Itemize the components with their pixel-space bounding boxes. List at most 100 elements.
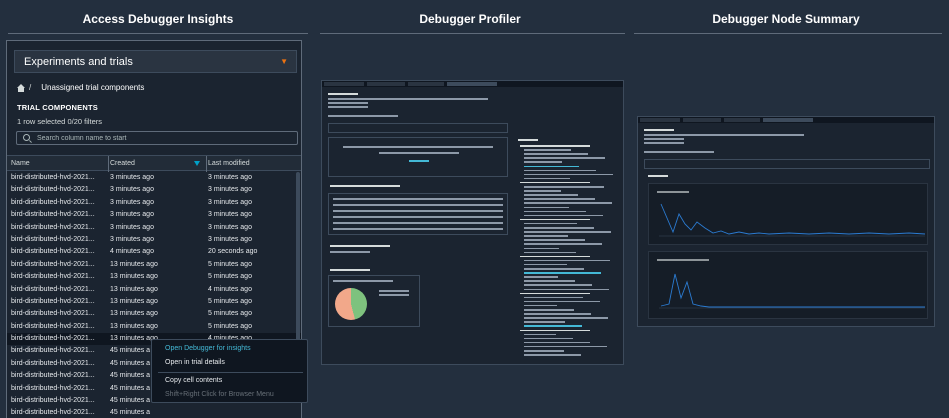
table-row[interactable]: bird-distributed-hvd-2021... 3 minutes ag…	[7, 184, 301, 196]
cell-name: bird-distributed-hvd-2021...	[11, 359, 95, 367]
cell-created: 13 minutes ago	[110, 297, 158, 305]
tab[interactable]	[408, 82, 444, 86]
cpu-utilization-line	[657, 191, 926, 237]
resource-utilization-heading	[330, 185, 400, 187]
menu-item-open-debugger-insights[interactable]: Open Debugger for insights	[165, 345, 251, 352]
resource-utilization-table	[328, 193, 508, 235]
menu-item-open-trial-details[interactable]: Open in trial details	[165, 359, 225, 366]
tab[interactable]	[640, 118, 680, 122]
tab-bar	[322, 81, 623, 87]
sort-descending-icon[interactable]	[194, 161, 200, 166]
insight-line	[524, 284, 592, 286]
network-utilization-line	[657, 259, 925, 309]
cell-name: bird-distributed-hvd-2021...	[11, 235, 95, 243]
table-row[interactable]: bird-distributed-hvd-2021... 13 minutes a…	[7, 284, 301, 296]
table-row[interactable]: bird-distributed-hvd-2021... 13 minutes a…	[7, 321, 301, 333]
debugger-node-summary-screenshot	[637, 116, 935, 327]
column-divider[interactable]	[108, 156, 109, 172]
table-row[interactable]: bird-distributed-hvd-2021... 13 minutes a…	[7, 308, 301, 320]
tab[interactable]	[367, 82, 405, 86]
table-row[interactable]: bird-distributed-hvd-2021... 13 minutes a…	[7, 296, 301, 308]
cell-created: 3 minutes ago	[110, 186, 154, 194]
tab[interactable]	[447, 82, 497, 86]
cell-created: 3 minutes ago	[110, 198, 154, 206]
cell-name: bird-distributed-hvd-2021...	[11, 186, 95, 194]
menu-item-copy-cell-contents[interactable]: Copy cell contents	[165, 377, 222, 384]
heading-access-debugger-insights: Access Debugger Insights	[82, 12, 234, 26]
profiler-description	[328, 106, 368, 108]
home-icon[interactable]	[17, 83, 25, 92]
cell-last-modified: 5 minutes ago	[208, 273, 252, 281]
network-utilization-plot	[648, 251, 928, 319]
cell-created: 45 minutes a	[110, 347, 151, 355]
insight-line	[524, 231, 611, 233]
insight-line	[520, 218, 590, 221]
cell-last-modified: 20 seconds ago	[208, 248, 258, 256]
profiler-tabs	[328, 115, 398, 117]
table-row[interactable]: bird-distributed-hvd-2021... 3 minutes ag…	[7, 234, 301, 246]
cell-name: bird-distributed-hvd-2021...	[11, 322, 95, 330]
insight-line	[524, 350, 564, 352]
insight-line	[524, 333, 556, 336]
cell-created: 13 minutes ago	[110, 310, 158, 318]
insight-line	[524, 263, 567, 266]
cell-created: 45 minutes a	[110, 409, 151, 417]
table-row[interactable]: bird-distributed-hvd-2021... 45 minutes a	[7, 407, 301, 418]
table-row[interactable]: bird-distributed-hvd-2021... 3 minutes ag…	[7, 197, 301, 209]
table-row[interactable]: bird-distributed-hvd-2021... 13 minutes a…	[7, 259, 301, 271]
tab[interactable]	[724, 118, 760, 122]
table-row[interactable]: bird-distributed-hvd-2021... 3 minutes ag…	[7, 222, 301, 234]
insight-line	[524, 165, 579, 167]
insight-line	[524, 325, 582, 327]
table-row[interactable]: bird-distributed-hvd-2021... 3 minutes ag…	[7, 209, 301, 221]
cell-name: bird-distributed-hvd-2021...	[11, 174, 95, 181]
insight-line	[524, 235, 568, 237]
tab[interactable]	[683, 118, 721, 122]
tab[interactable]	[324, 82, 364, 86]
cell-last-modified: 3 minutes ago	[208, 235, 252, 243]
table-row[interactable]: bird-distributed-hvd-2021... 4 minutes ag…	[7, 246, 301, 258]
profiler-title	[328, 93, 358, 95]
node-summary-title	[644, 129, 674, 131]
cpu-utilization-plot	[648, 183, 928, 245]
insight-line	[524, 239, 585, 241]
search-input[interactable]	[37, 133, 292, 144]
table-row[interactable]: bird-distributed-hvd-2021... 13 minutes a…	[7, 271, 301, 283]
heading-debugger-profiler: Debugger Profiler	[419, 12, 521, 26]
cell-name: bird-distributed-hvd-2021...	[11, 409, 95, 417]
column-header-name[interactable]: Name	[11, 160, 30, 167]
column-divider[interactable]	[206, 156, 207, 172]
insight-line	[524, 186, 604, 188]
profiler-description	[328, 98, 488, 100]
cell-last-modified: 3 minutes ago	[208, 174, 252, 181]
debugger-profiler-screenshot	[321, 80, 624, 365]
cell-last-modified: 5 minutes ago	[208, 260, 252, 268]
tab-bar	[638, 117, 934, 123]
heading-divider	[320, 33, 625, 34]
heading-debugger-node-summary: Debugger Node Summary	[712, 12, 860, 26]
cell-created: 13 minutes ago	[110, 285, 158, 293]
table-row[interactable]: bird-distributed-hvd-2021... 3 minutes ag…	[7, 172, 301, 184]
experiments-dropdown[interactable]: Experiments and trials ▼	[14, 50, 297, 73]
insight-line	[524, 247, 559, 249]
cell-created: 13 minutes ago	[110, 322, 158, 330]
cell-name: bird-distributed-hvd-2021...	[11, 223, 95, 231]
insight-line	[524, 149, 571, 151]
column-header-last-modified[interactable]: Last modified	[208, 160, 250, 167]
menu-item-browser-menu-hint: Shift+Right Click for Browser Menu	[165, 391, 274, 398]
cell-name: bird-distributed-hvd-2021...	[11, 285, 95, 293]
cpu-bottleneck-heading	[330, 269, 370, 271]
cell-name: bird-distributed-hvd-2021...	[11, 260, 95, 268]
cell-created: 45 minutes a	[110, 372, 151, 380]
profiler-description	[328, 102, 368, 104]
insight-line	[524, 276, 558, 278]
cell-name: bird-distributed-hvd-2021...	[11, 397, 95, 405]
cell-created: 45 minutes a	[110, 397, 151, 405]
cell-name: bird-distributed-hvd-2021...	[11, 211, 95, 219]
cell-name: bird-distributed-hvd-2021...	[11, 310, 95, 318]
cell-last-modified: 3 minutes ago	[208, 211, 252, 219]
tab[interactable]	[763, 118, 813, 122]
cell-last-modified: 5 minutes ago	[208, 310, 252, 318]
column-header-created[interactable]: Created	[110, 160, 135, 167]
insight-line	[520, 292, 590, 295]
